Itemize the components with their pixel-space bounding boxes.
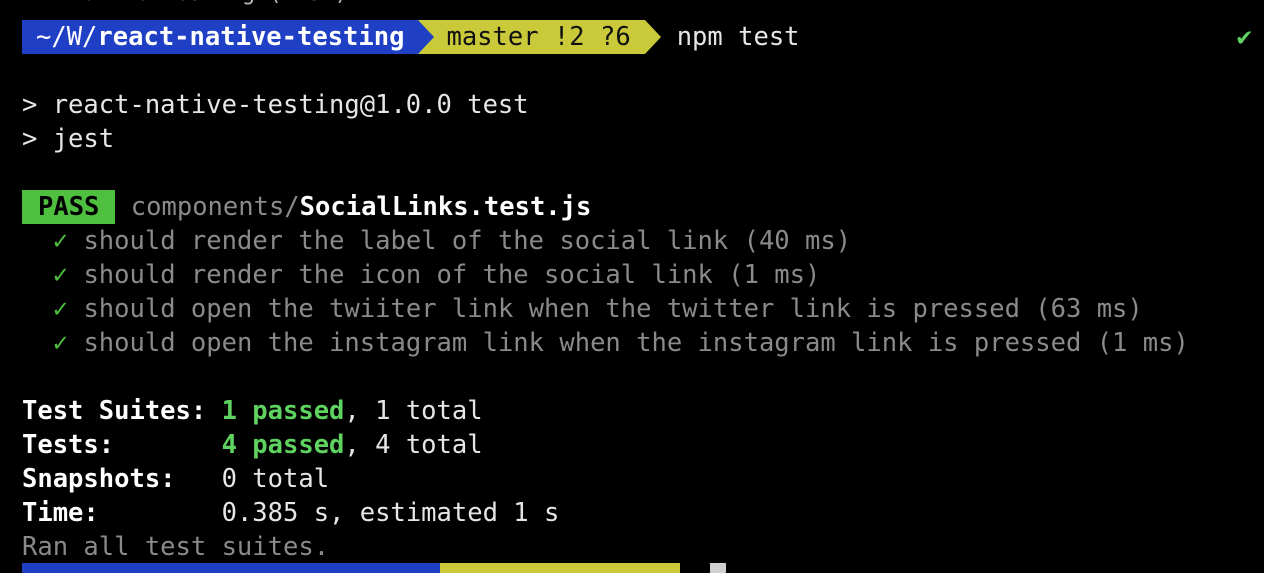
summary-label: Tests: bbox=[22, 430, 115, 460]
summary-snapshots: Snapshots: 0 total bbox=[22, 462, 329, 496]
text-cursor[interactable] bbox=[710, 563, 726, 573]
shell-prompt: ~/W/react-native-testing master !2 ?6 np… bbox=[22, 20, 800, 54]
npm-script-line: > react-native-testing@1.0.0 test bbox=[22, 90, 529, 120]
summary-passed: 4 passed bbox=[221, 430, 345, 460]
prompt-separator-arrow-icon bbox=[644, 20, 661, 54]
test-file-dir: components/ bbox=[130, 192, 300, 222]
prompt-path-prefix: ~/W/ bbox=[36, 22, 98, 52]
summary-total: , 4 total bbox=[344, 430, 483, 460]
test-case-line: ✓ should render the icon of the social l… bbox=[22, 258, 821, 292]
test-file-result: PASS components/SocialLinks.test.js bbox=[22, 190, 591, 224]
window-title: ✕ native-testing (-zsh) bbox=[30, 0, 348, 8]
summary-test-suites: Test Suites: 1 passed, 1 total bbox=[22, 394, 483, 428]
check-icon: ✓ bbox=[52, 294, 69, 324]
summary-label: Test Suites: bbox=[22, 396, 207, 426]
check-icon: ✓ bbox=[52, 226, 69, 256]
summary-value: 0.385 s, estimated 1 s bbox=[221, 498, 560, 528]
prompt-path-current-dir: react-native-testing bbox=[97, 22, 405, 52]
summary-value: 0 total bbox=[221, 464, 330, 494]
summary-passed: 1 passed bbox=[221, 396, 345, 426]
test-case-line: ✓ should render the label of the social … bbox=[22, 224, 851, 258]
next-prompt-path-segment bbox=[22, 563, 440, 573]
ran-all-message: Ran all test suites. bbox=[22, 532, 330, 562]
command-success-icon: ✔ bbox=[1236, 22, 1252, 52]
summary-time: Time: 0.385 s, estimated 1 s bbox=[22, 496, 559, 530]
prompt-path-segment: ~/W/react-native-testing bbox=[22, 20, 419, 54]
check-icon: ✓ bbox=[52, 260, 69, 290]
pass-badge: PASS bbox=[22, 190, 116, 224]
summary-tests: Tests: 4 passed, 4 total bbox=[22, 428, 483, 462]
next-prompt-strip bbox=[22, 563, 680, 573]
test-case-label: should render the label of the social li… bbox=[83, 226, 852, 256]
prompt-command: npm test bbox=[676, 22, 800, 52]
summary-total: , 1 total bbox=[344, 396, 483, 426]
npm-script-command-line: > jest bbox=[22, 124, 115, 154]
test-case-label: should open the instagram link when the … bbox=[83, 328, 1189, 358]
check-icon: ✓ bbox=[52, 328, 69, 358]
test-case-line: ✓ should open the twiiter link when the … bbox=[22, 292, 1143, 326]
prompt-git-segment: master !2 ?6 bbox=[434, 20, 645, 54]
summary-label: Snapshots: bbox=[22, 464, 176, 494]
test-case-label: should open the twiiter link when the tw… bbox=[83, 294, 1143, 324]
prompt-separator-arrow-icon bbox=[418, 20, 435, 54]
summary-label: Time: bbox=[22, 498, 99, 528]
test-case-label: should render the icon of the social lin… bbox=[83, 260, 821, 290]
next-prompt-git-segment bbox=[440, 563, 680, 573]
test-case-line: ✓ should open the instagram link when th… bbox=[22, 326, 1189, 360]
test-file-name: SocialLinks.test.js bbox=[299, 192, 592, 222]
